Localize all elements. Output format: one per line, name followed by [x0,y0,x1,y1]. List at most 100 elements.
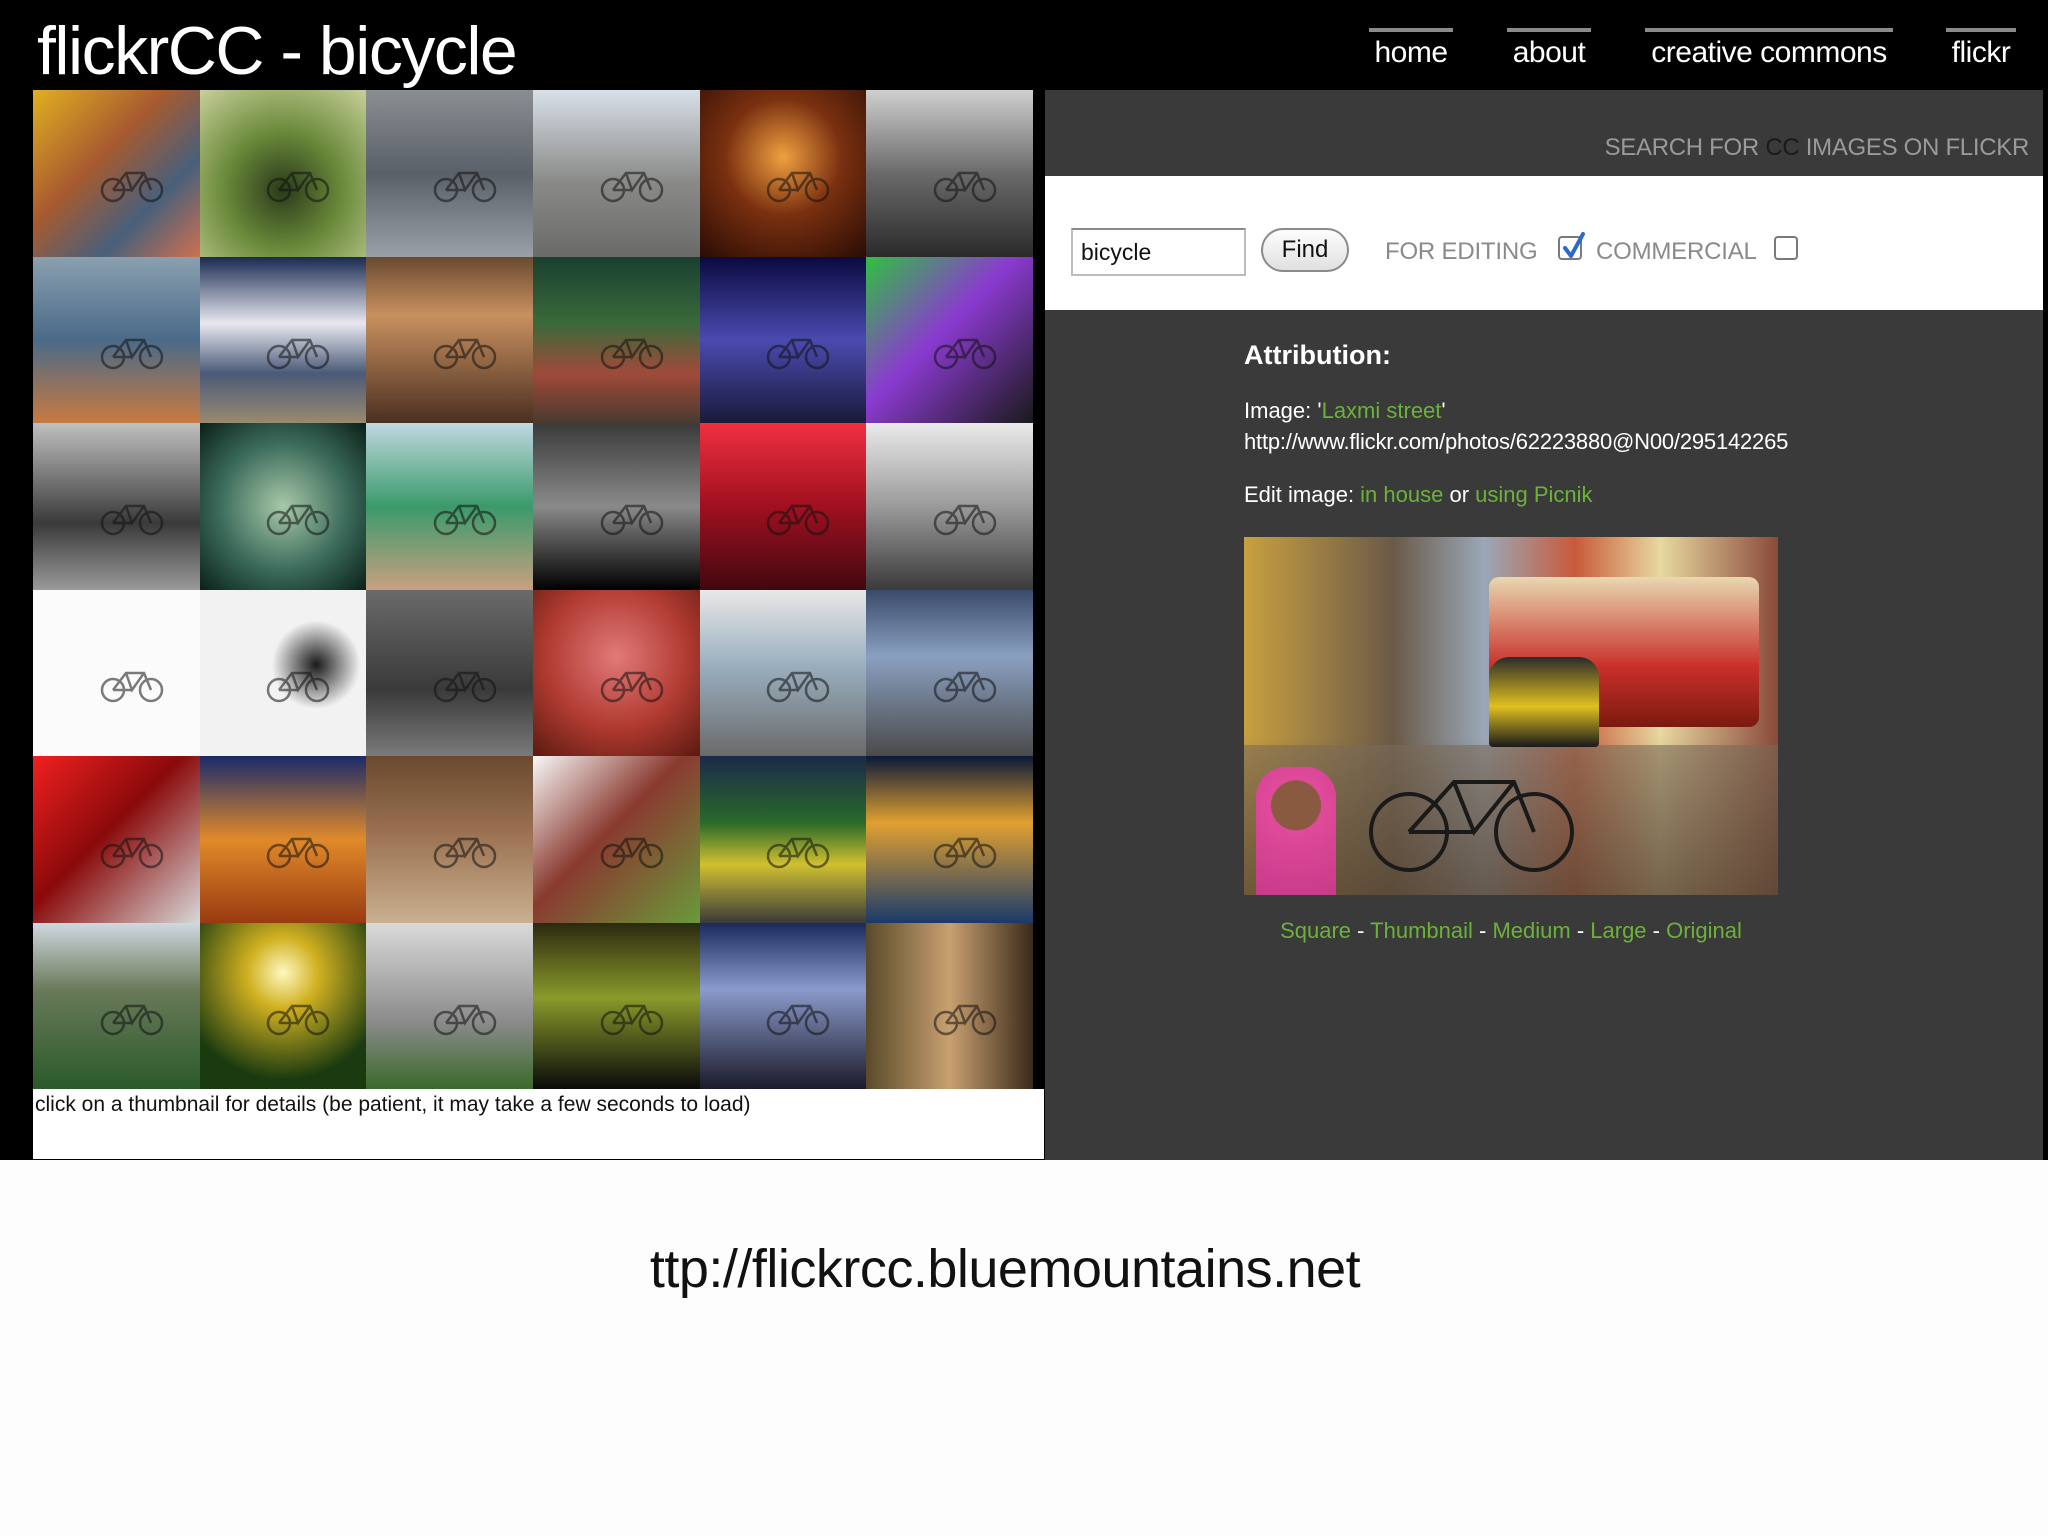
thumbnail-26[interactable] [199,756,367,923]
bicycle-icon [767,838,830,869]
thumbnail-12[interactable] [866,256,1033,423]
bicycle-icon [433,505,497,536]
thumbnail-13[interactable] [33,423,200,590]
site-url-caption: ttp://flickrcc.bluemountains.net [649,1239,1361,1299]
size-link-large[interactable]: Large [1590,918,1646,943]
attribution-image-line: Image: 'Laxmi street' [1244,398,1446,424]
search-heading-prefix: SEARCH FOR [1604,134,1766,161]
for-editing-checkbox[interactable] [1558,232,1585,260]
bicycle-icon [933,505,997,536]
search-heading: SEARCH FOR CC IMAGES ON FLICKR [1604,134,2030,162]
thumbnail-30[interactable] [866,756,1033,923]
thumbnail-1[interactable] [33,90,200,257]
image-prefix: Image: ' [1244,398,1322,423]
edit-picnik-link[interactable]: using Picnik [1475,482,1592,507]
nav-about[interactable]: about [1507,28,1591,78]
bicycle-icon [100,505,163,536]
bicycle-icon [100,838,163,869]
thumbnail-2[interactable] [199,90,367,257]
thumbnail-33[interactable] [366,922,533,1089]
find-button[interactable]: Find [1261,228,1349,272]
nav-creative-commons[interactable]: creative commons [1645,28,1893,78]
bicycle-icon [600,671,663,702]
edit-in-house-link[interactable]: in house [1360,482,1443,507]
bicycle-icon [767,1004,830,1035]
thumbnail-4[interactable] [533,90,700,257]
bicycle-icon [600,338,663,369]
thumbnail-8[interactable] [199,256,367,423]
thumbnail-5[interactable] [699,90,867,257]
detail-panel: Attribution: Image: 'Laxmi street' http:… [1045,310,2043,1160]
thumbnail-3[interactable] [366,90,533,257]
checkmark-icon [1563,232,1585,258]
nav-flickr[interactable]: flickr [1946,28,2016,78]
bicycle-icon [100,172,163,203]
thumbnail-14[interactable] [199,423,367,590]
edit-prefix: Edit image: [1244,482,1361,507]
commercial-checkbox[interactable] [1774,236,1798,260]
bicycle-icon [933,172,997,203]
size-link-square[interactable]: Square [1280,918,1351,943]
bicycle-icon [767,505,830,536]
thumbnail-31[interactable] [33,922,200,1089]
thumbnail-19[interactable] [33,589,200,756]
bicycle-icon [267,505,330,536]
bicycle-icon [767,172,830,203]
bicycle-icon [1369,780,1574,872]
thumbnail-11[interactable] [699,256,867,423]
thumbnail-28[interactable] [533,756,700,923]
thumbnail-36[interactable] [866,922,1033,1089]
thumbnail-7[interactable] [33,256,200,423]
size-link-original[interactable]: Original [1666,918,1742,943]
main-nav: home about creative commons flickr [0,28,2048,78]
size-link-medium[interactable]: Medium [1492,918,1570,943]
thumbnail-34[interactable] [533,922,700,1089]
thumbnail-22[interactable] [533,589,700,756]
nav-home[interactable]: home [1369,28,1453,78]
for-editing-label: FOR EDITING [1385,238,1538,265]
thumbnail-10[interactable] [533,256,700,423]
size-separator: - [1351,918,1371,943]
bicycle-icon [100,338,163,369]
preview-image [1244,537,1778,895]
edit-image-line: Edit image: in house or using Picnik [1244,482,1593,508]
image-suffix: ' [1441,398,1446,423]
bicycle-icon [433,1004,497,1035]
bicycle-icon [100,1004,163,1035]
thumbnail-24[interactable] [866,589,1033,756]
bicycle-icon [767,671,830,702]
thumbnail-27[interactable] [366,756,533,923]
thumbnail-32[interactable] [199,922,367,1089]
bicycle-icon [767,338,830,369]
search-input[interactable] [1071,228,1246,276]
thumbnail-18[interactable] [866,423,1033,590]
size-separator: - [1570,918,1591,943]
browser-page: flickrCC - bicycle home about creative c… [0,0,2048,1160]
bicycle-icon [433,671,497,702]
search-heading-cc: CC [1765,134,1800,161]
commercial-label: COMMERCIAL [1596,238,1757,265]
thumbnail-21[interactable] [366,589,533,756]
thumbnail-16[interactable] [533,423,700,590]
thumbnail-35[interactable] [699,922,867,1089]
thumbnail-23[interactable] [699,589,867,756]
bicycle-icon [600,505,663,536]
attribution-heading: Attribution: [1244,340,1391,370]
grid-caption: click on a thumbnail for details (be pat… [33,1089,1044,1159]
thumbnail-17[interactable] [699,423,867,590]
search-header: SEARCH FOR CC IMAGES ON FLICKR [1045,90,2043,176]
thumbnail-25[interactable] [33,756,200,923]
thumbnail-29[interactable] [699,756,867,923]
thumbnail-15[interactable] [366,423,533,590]
bicycle-icon [433,338,497,369]
bicycle-icon [933,338,997,369]
thumbnail-6[interactable] [866,90,1033,257]
bicycle-icon [600,1004,663,1035]
bicycle-icon [267,1004,330,1035]
thumbnail-20[interactable] [199,589,367,756]
image-title-link[interactable]: Laxmi street [1322,398,1442,423]
size-link-thumbnail[interactable]: Thumbnail [1370,918,1473,943]
bicycle-icon [433,838,497,869]
thumbnail-9[interactable] [366,256,533,423]
bicycle-icon [433,172,497,203]
